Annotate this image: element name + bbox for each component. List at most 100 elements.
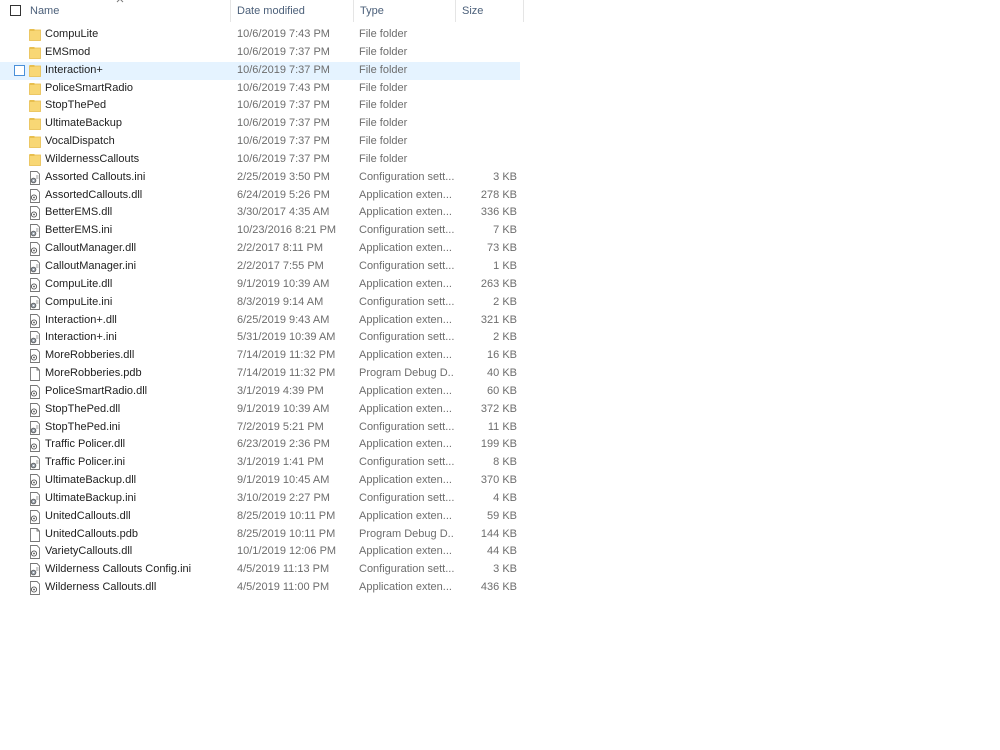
file-row[interactable]: Wilderness Callouts Config.ini 4/5/2019 1…	[0, 561, 520, 579]
file-row[interactable]: Interaction+ 10/6/2019 7:37 PM File folder	[0, 61, 520, 80]
file-row[interactable]: VarietyCallouts.dll 10/1/2019 12:06 PM App…	[0, 543, 520, 561]
folder-icon	[29, 64, 41, 78]
dll-file-icon	[29, 384, 41, 399]
file-size: 3 KB	[493, 563, 517, 576]
column-header-type[interactable]: Type	[354, 0, 456, 22]
row-checkbox[interactable]	[14, 64, 25, 76]
file-row[interactable]: Traffic Policer.ini 3/1/2019 1:41 PM Confi…	[0, 454, 520, 472]
file-size: 44 KB	[487, 545, 517, 558]
dll-file-icon	[29, 313, 41, 328]
file-row[interactable]: PoliceSmartRadio.dll 3/1/2019 4:39 PM Appl…	[0, 383, 520, 401]
file-date-modified: 2/2/2017 7:55 PM	[237, 259, 324, 272]
file-date-modified: 7/2/2019 5:21 PM	[237, 420, 324, 433]
file-type: Application exten...	[359, 438, 452, 451]
file-size: 2 KB	[493, 295, 517, 308]
file-type: File folder	[359, 45, 408, 58]
file-date-modified: 7/14/2019 11:32 PM	[237, 367, 336, 380]
file-row[interactable]: BetterEMS.dll 3/30/2017 4:35 AM Applicatio…	[0, 204, 520, 222]
file-date-modified: 10/6/2019 7:37 PM	[237, 152, 330, 165]
file-row[interactable]: CompuLite.ini 8/3/2019 9:14 AM Configurati…	[0, 294, 520, 312]
file-name: AssortedCallouts.dll	[45, 188, 143, 201]
file-row[interactable]: MoreRobberies.pdb 7/14/2019 11:32 PM Progr…	[0, 365, 520, 383]
file-name: Assorted Callouts.ini	[45, 170, 146, 183]
file-date-modified: 9/1/2019 10:39 AM	[237, 402, 330, 415]
file-row[interactable]: AssortedCallouts.dll 6/24/2019 5:26 PM App…	[0, 187, 520, 205]
file-row[interactable]: BetterEMS.ini 10/23/2016 8:21 PM Configura…	[0, 222, 520, 240]
file-row[interactable]: EMSmod 10/6/2019 7:37 PM File folder	[0, 44, 520, 62]
config-file-icon	[29, 295, 41, 310]
file-row[interactable]: StopThePed 10/6/2019 7:37 PM File folder	[0, 97, 520, 115]
file-row[interactable]: UltimateBackup.ini 3/10/2019 2:27 PM Confi…	[0, 490, 520, 508]
file-date-modified: 10/1/2019 12:06 PM	[237, 545, 337, 558]
file-name: StopThePed	[45, 99, 107, 112]
file-date-modified: 3/1/2019 4:39 PM	[237, 384, 324, 397]
file-date-modified: 4/5/2019 11:13 PM	[237, 563, 330, 576]
file-row[interactable]: Traffic Policer.dll 6/23/2019 2:36 PM Appl…	[0, 436, 520, 454]
file-name: PoliceSmartRadio	[45, 81, 134, 94]
file-name: MoreRobberies.dll	[45, 349, 135, 362]
file-date-modified: 10/6/2019 7:37 PM	[237, 63, 330, 76]
dll-file-icon	[29, 277, 41, 292]
file-row[interactable]: UnitedCallouts.pdb 8/25/2019 10:11 PM Prog…	[0, 526, 520, 544]
file-size: 321 KB	[480, 313, 517, 326]
file-type: File folder	[359, 117, 408, 130]
file-row[interactable]: Assorted Callouts.ini 2/25/2019 3:50 PM Co…	[0, 169, 520, 187]
file-name: Interaction+.ini	[45, 331, 117, 344]
column-header-size[interactable]: Size	[456, 0, 524, 22]
file-row[interactable]: UnitedCallouts.dll 8/25/2019 10:11 PM Appl…	[0, 508, 520, 526]
file-name: Wilderness Callouts.dll	[45, 581, 157, 594]
dll-file-icon	[29, 242, 41, 257]
file-name: Interaction+	[45, 63, 103, 76]
column-header-bar: Name Date modified Type Size	[0, 0, 524, 22]
file-row[interactable]: PoliceSmartRadio 10/6/2019 7:43 PM File fo…	[0, 80, 520, 98]
file-date-modified: 3/1/2019 1:41 PM	[237, 456, 324, 469]
file-row[interactable]: CalloutManager.ini 2/2/2017 7:55 PM Config…	[0, 258, 520, 276]
file-name: EMSmod	[45, 45, 91, 58]
file-list-view: Name Date modified Type Size CompuLite 10…	[0, 0, 1000, 750]
file-size: 336 KB	[480, 206, 517, 219]
file-name: StopThePed.ini	[45, 420, 121, 433]
file-row[interactable]: UltimateBackup 10/6/2019 7:37 PM File fold…	[0, 115, 520, 133]
file-date-modified: 10/6/2019 7:37 PM	[237, 117, 330, 130]
file-name: Wilderness Callouts Config.ini	[45, 563, 192, 576]
file-row[interactable]: VocalDispatch 10/6/2019 7:37 PM File folde…	[0, 133, 520, 151]
dll-file-icon	[29, 349, 41, 364]
file-row[interactable]: MoreRobberies.dll 7/14/2019 11:32 PM Appli…	[0, 347, 520, 365]
file-name: CompuLite.dll	[45, 277, 113, 290]
column-header-name[interactable]: Name	[0, 0, 231, 22]
file-date-modified: 9/1/2019 10:39 AM	[237, 277, 330, 290]
file-date-modified: 3/30/2017 4:35 AM	[237, 206, 330, 219]
column-header-date[interactable]: Date modified	[231, 0, 354, 22]
folder-icon	[29, 82, 41, 96]
file-type: Application exten...	[359, 581, 452, 594]
file-size: 144 KB	[480, 527, 517, 540]
config-file-icon	[29, 224, 41, 239]
file-date-modified: 6/24/2019 5:26 PM	[237, 188, 330, 201]
config-file-icon	[29, 420, 41, 435]
file-name: StopThePed.dll	[45, 402, 121, 415]
file-row[interactable]: CompuLite.dll 9/1/2019 10:39 AM Applicatio…	[0, 276, 520, 294]
file-type: Configuration sett...	[359, 170, 454, 183]
file-row[interactable]: WildernessCallouts 10/6/2019 7:37 PM File …	[0, 151, 520, 169]
file-row[interactable]: Interaction+.ini 5/31/2019 10:39 AM Config…	[0, 329, 520, 347]
file-date-modified: 8/25/2019 10:11 PM	[237, 509, 336, 522]
column-header-type-label: Type	[360, 5, 384, 17]
file-name: UltimateBackup	[45, 117, 123, 130]
dll-file-icon	[29, 438, 41, 453]
file-row[interactable]: StopThePed.ini 7/2/2019 5:21 PM Configurat…	[0, 419, 520, 437]
file-size: 40 KB	[487, 367, 517, 380]
file-name: VarietyCallouts.dll	[45, 545, 133, 558]
file-row[interactable]: UltimateBackup.dll 9/1/2019 10:45 AM Appli…	[0, 472, 520, 490]
blank-file-icon	[29, 527, 41, 542]
file-row[interactable]: Wilderness Callouts.dll 4/5/2019 11:00 PM…	[0, 579, 520, 597]
file-row[interactable]: Interaction+.dll 6/25/2019 9:43 AM Applica…	[0, 312, 520, 330]
file-type: Program Debug D...	[359, 367, 454, 380]
folder-icon	[29, 99, 41, 113]
folder-icon	[29, 153, 41, 167]
file-row[interactable]: CompuLite 10/6/2019 7:43 PM File folder	[0, 26, 520, 44]
config-file-icon	[29, 170, 41, 185]
file-row[interactable]: CalloutManager.dll 2/2/2017 8:11 PM Applic…	[0, 240, 520, 258]
file-type: File folder	[359, 135, 408, 148]
dll-file-icon	[29, 188, 41, 203]
file-row[interactable]: StopThePed.dll 9/1/2019 10:39 AM Applicati…	[0, 401, 520, 419]
